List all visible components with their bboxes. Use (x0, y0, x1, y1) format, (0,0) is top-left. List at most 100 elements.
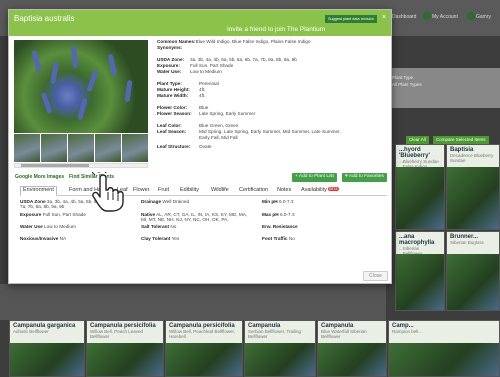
tab-edibility[interactable]: Edibility (180, 187, 199, 193)
user-icon (467, 12, 475, 20)
bg-card[interactable]: Brunner... Siberian Bugloss (446, 231, 500, 311)
salt-tolerant-value: No (170, 224, 177, 229)
tab-wildlife[interactable]: Wildlife (211, 187, 229, 193)
fact-label: Exposure: (157, 63, 180, 68)
env-resistance-label: Env. Resistance (262, 224, 298, 229)
exposure-value: Full Sun, Part Shade (42, 212, 86, 217)
bg-card[interactable]: Campanula Blue Waterfall Siberian Bellflo… (317, 320, 387, 377)
scrollbar-thumb[interactable] (21, 164, 89, 167)
card-subtitle: Blue Waterfall Siberian Bellflower (321, 329, 367, 339)
close-icon[interactable]: × (382, 14, 386, 21)
card-subtitle: Rampion bell... (392, 329, 423, 334)
exposure-label: Exposure (20, 212, 42, 217)
fact-label: Synonyms: (157, 45, 183, 50)
invite-friend-link[interactable]: Invite a friend to join The Plantium (227, 26, 325, 33)
background-filter-panel: Plant Type All Plant Types (386, 68, 500, 108)
native-label: Native (141, 212, 156, 217)
plant-main-image[interactable] (14, 40, 148, 133)
fact-label: Leaf Color: (157, 123, 182, 128)
clear-all-button[interactable]: Clear All (406, 136, 429, 144)
foot-traffic-value: No (288, 236, 295, 241)
fact-value: Full Sun, Part Shade (190, 63, 234, 68)
plant-image (245, 343, 315, 376)
compare-selected-button[interactable]: Compare Selected Items (433, 136, 489, 144)
fact-value: Ovate (199, 144, 212, 149)
tab-fruit[interactable]: Fruit (158, 187, 169, 193)
tab-availability-label: Availability (301, 187, 327, 193)
fact-value: Late Spring, Early Summer (199, 111, 256, 116)
water-use-label: Water Use (20, 224, 43, 229)
bg-card[interactable]: Campanula Serbian Bellflower, Trailing Be… (244, 320, 316, 377)
plant-image (447, 167, 499, 229)
detail-tabs: Environment Form and Habit Leaf Flower F… (20, 186, 387, 196)
drainage-label: Drainage (141, 199, 162, 204)
thumbnail[interactable] (14, 134, 40, 162)
plant-image (166, 343, 242, 376)
thumbnail-scrollbar[interactable] (14, 163, 148, 168)
plant-detail-modal: Baptisia australis Suggest plant data re… (8, 9, 392, 284)
clay-tolerant-value: Yes (171, 236, 180, 241)
plant-image (396, 254, 444, 310)
plant-image (10, 343, 84, 376)
usda-zone-label: USDA Zone (20, 199, 46, 204)
suggest-revision-button[interactable]: Suggest plant data revision (325, 15, 377, 23)
max-ph-value: 6.0-7.3 (279, 212, 295, 217)
plant-image (318, 343, 386, 376)
bg-card[interactable]: ...hyord 'Blueberry' ...Blueberry Sundae … (395, 144, 445, 230)
card-subtitle: Siberian Bugloss (450, 240, 484, 245)
tab-environment[interactable]: Environment (20, 186, 57, 196)
salt-tolerant-label: Salt Tolerant (141, 224, 170, 229)
add-to-favorites-button[interactable]: ♥ Add to Favorites (342, 173, 387, 182)
bg-card[interactable]: Campanula persicifolia Willow Bell, Peach… (86, 320, 164, 377)
thumbnail[interactable] (68, 134, 94, 162)
fact-value: Blue Wild Indigo, Blue False Indigo, Pla… (195, 39, 311, 44)
card-title: ...ana macrophylla (399, 234, 435, 246)
user-name-link[interactable]: Gamry (476, 14, 491, 20)
add-to-plant-list-button[interactable]: + Add to Plant List (292, 173, 337, 182)
drainage-value: Well Drained (162, 199, 190, 204)
noxious-label: Noxious/Invasive (20, 236, 59, 241)
bg-card[interactable]: Baptisia Decadence Blueberry Sundae (446, 144, 500, 230)
max-ph-label: Max pH (262, 212, 279, 217)
tab-availability[interactable]: Availability BETA (301, 187, 339, 193)
tab-notes[interactable]: Notes (277, 187, 291, 193)
my-account-link[interactable]: My Account (432, 14, 458, 20)
account-icon (423, 12, 431, 20)
background-image-row (0, 284, 386, 320)
google-more-images-link[interactable]: Google More Images (15, 174, 64, 180)
native-value: AL, AR, CT, GA, IL, IN, IA, KS, KY, MD, … (141, 212, 248, 223)
plant-image (447, 254, 499, 310)
fact-label: Flower Season: (157, 111, 192, 116)
bg-card[interactable]: Camp... Rampion bell... (388, 320, 500, 377)
fact-value: 3a, 3b, 4a, 4b, 5a, 5b, 6a, 6b, 7a, 7b, … (190, 57, 297, 62)
fact-label: Mature Width: (157, 93, 189, 98)
thumbnail[interactable] (95, 134, 121, 162)
image-thumbnails (14, 134, 148, 162)
modal-header: Baptisia australis Suggest plant data re… (9, 10, 391, 36)
dashboard-link[interactable]: Dashboard (392, 14, 416, 20)
card-subtitle: Serbian Bellflower, Trailing Bellflower (248, 329, 302, 339)
fact-label: Plant Type: (157, 81, 182, 86)
fact-value: Blue Green, Green (199, 123, 239, 128)
bg-card[interactable]: ...ana macrophylla...Siberian ...Bellflo… (395, 231, 445, 311)
fact-label: Flower Color: (157, 105, 188, 110)
bg-card[interactable]: Campanula persicifolia Willow Bell, Peach… (165, 320, 243, 377)
min-ph-value: 6.0-7.3 (278, 199, 294, 204)
card-subtitle: Willow Bell, Peachleaf Bellflower, Hareb… (169, 329, 236, 339)
fact-value: Low to Medium (190, 69, 222, 74)
tab-certification[interactable]: Certification (239, 187, 268, 193)
thumbnail[interactable] (41, 134, 67, 162)
noxious-value: NA (59, 236, 67, 241)
card-subtitle: Adriatic Bellflower (13, 329, 49, 334)
fact-label: Common Names: (157, 39, 196, 44)
fact-value: 4ft. (199, 87, 206, 92)
filter-label: Plant Type (392, 75, 414, 80)
fact-value: Blue (199, 105, 209, 110)
bg-card[interactable]: Campanula garganica Adriatic Bellflower (9, 320, 85, 377)
thumbnail[interactable] (122, 134, 148, 162)
fact-value: Perennial (199, 81, 219, 86)
filter-value[interactable]: All Plant Types (392, 82, 422, 87)
add-to-plant-list-label: Add to Plant List (298, 174, 334, 179)
close-button[interactable]: Close (363, 271, 388, 281)
add-to-favorites-label: Add to Favorites (348, 174, 384, 179)
